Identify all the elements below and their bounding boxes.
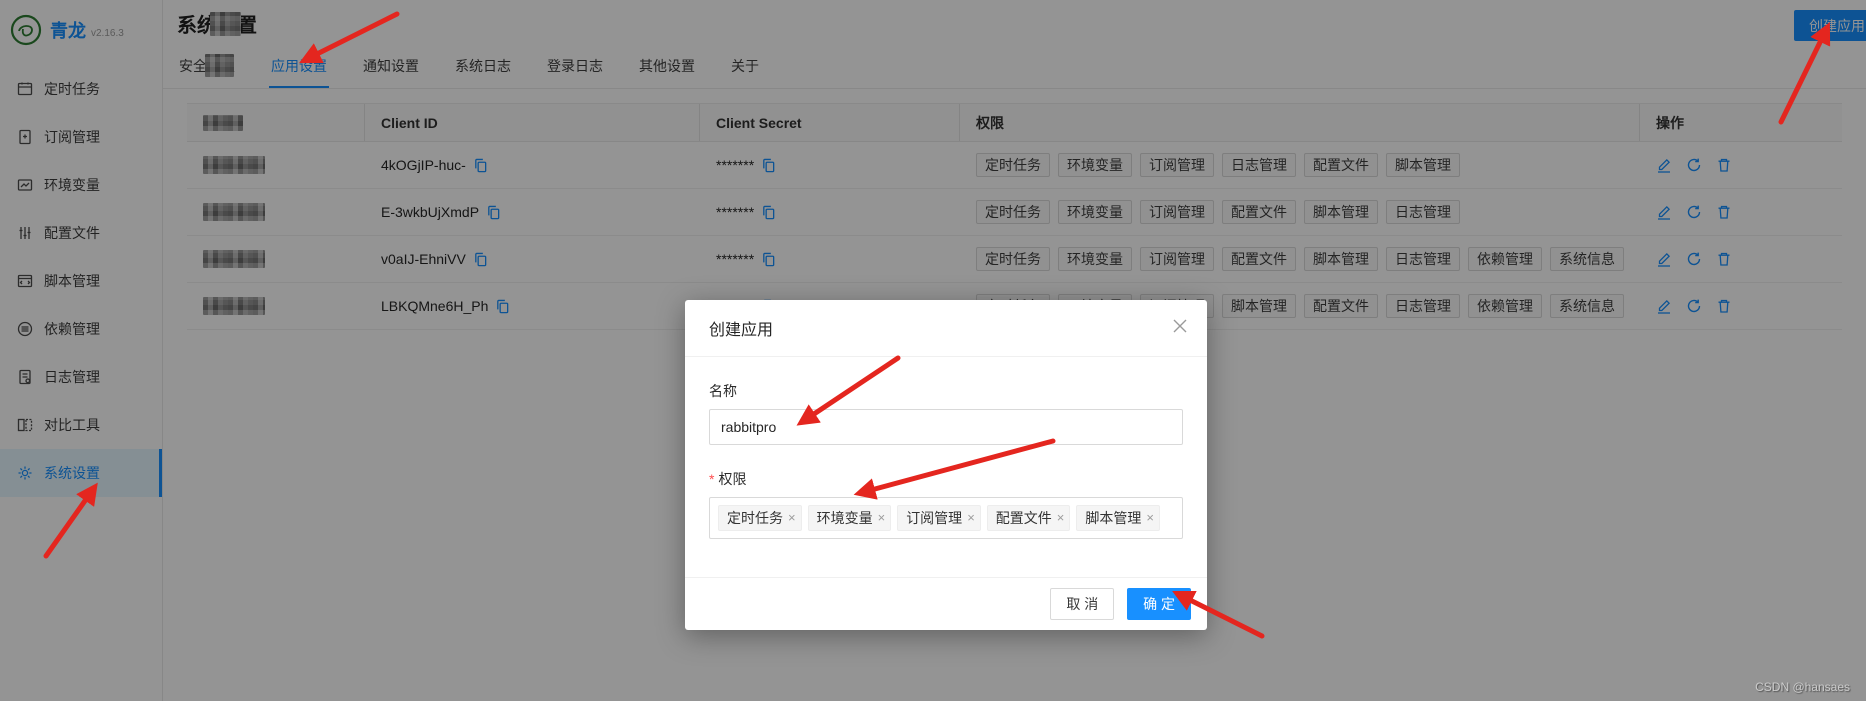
permissions-select[interactable]: 定时任务 × 环境变量 × 订阅管理 × [709,497,1183,539]
remove-tag-icon[interactable]: × [1146,506,1154,530]
confirm-button[interactable]: 确 定 [1127,588,1191,620]
selected-permission-label: 订阅管理 [906,506,962,530]
remove-tag-icon[interactable]: × [788,506,796,530]
close-icon[interactable] [1173,318,1189,334]
remove-tag-icon[interactable]: × [967,506,975,530]
permissions-label-text: 权限 [718,471,746,487]
name-field-label: 名称 [709,381,1183,401]
modal-title: 创建应用 [709,322,773,339]
selected-permission-tag: 定时任务 × [718,505,802,531]
app-window: 青龙 v2.16.3 定时任务 订阅管理 环境变量 配置文件 脚本管理 [0,0,1866,701]
required-asterisk: * [709,471,714,487]
remove-tag-icon[interactable]: × [878,506,886,530]
create-app-modal: 创建应用 名称 *权限 定时任务 × 环境变量 × [685,300,1207,630]
watermark: CSDN @hansaes [1755,680,1850,694]
cancel-button[interactable]: 取 消 [1050,588,1114,620]
selected-permission-tag: 脚本管理 × [1076,505,1160,531]
permissions-field: *权限 定时任务 × 环境变量 × 订阅管理 [709,469,1183,539]
selected-permission-tag: 配置文件 × [987,505,1071,531]
selected-permission-label: 脚本管理 [1085,506,1141,530]
modal-footer: 取 消 确 定 [685,577,1207,630]
app-name-input[interactable] [709,409,1183,445]
selected-permission-label: 环境变量 [817,506,873,530]
selected-permission-label: 配置文件 [996,506,1052,530]
selected-permission-tag: 订阅管理 × [897,505,981,531]
modal-body: 名称 *权限 定时任务 × 环境变量 × [685,357,1207,577]
permissions-field-label: *权限 [709,469,1183,489]
remove-tag-icon[interactable]: × [1057,506,1065,530]
selected-permission-label: 定时任务 [727,506,783,530]
modal-header: 创建应用 [685,300,1207,357]
selected-permission-tag: 环境变量 × [808,505,892,531]
